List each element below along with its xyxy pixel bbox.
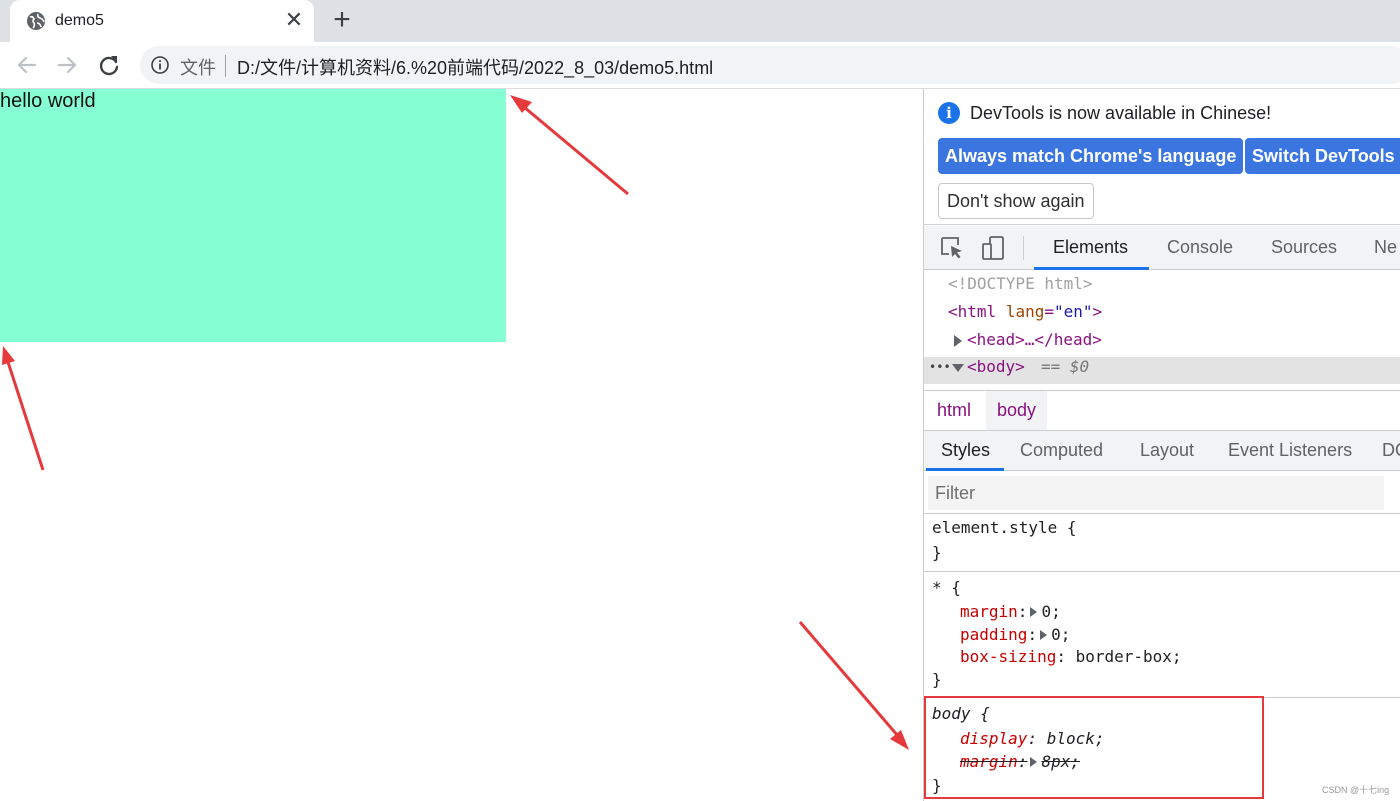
devtools-panel: i DevTools is now available in Chinese! … [923, 89, 1400, 801]
body-selector[interactable]: body { [932, 704, 990, 723]
expand-shorthand-icon[interactable] [1030, 757, 1038, 767]
watermark: CSDN @十七ing [1322, 785, 1390, 795]
page-viewport: hello world [0, 89, 923, 801]
new-tab-button[interactable]: + [327, 5, 357, 36]
rule-element-style: element.style { } [924, 515, 1400, 572]
html-attr-name: lang [1005, 302, 1045, 321]
forward-arrow-icon[interactable] [52, 50, 82, 80]
html-open-tag: <html [948, 302, 997, 321]
globe-icon [27, 12, 45, 30]
val-margin-overridden[interactable]: 8px; [1041, 752, 1080, 771]
html-attr-value: "en" [1053, 302, 1093, 321]
browser-tab[interactable]: demo5 ✕ [10, 0, 314, 42]
address-divider [225, 55, 226, 77]
dom-line-body[interactable]: ••• <body> == $0 [924, 357, 1400, 384]
prop-display[interactable]: display [960, 729, 1027, 748]
decl-padding[interactable]: padding: 0; [960, 625, 1070, 644]
green-content-box: hello world [0, 89, 506, 342]
decl-box-sizing[interactable]: box-sizing: border-box; [960, 647, 1182, 666]
styles-tabbar: Styles Computed Layout Event Listeners D… [924, 431, 1400, 471]
val-padding[interactable]: 0; [1051, 625, 1070, 644]
always-match-language-button[interactable]: Always match Chrome's language [938, 138, 1244, 174]
breadcrumb-body[interactable]: body [986, 391, 1048, 430]
browser-toolbar: 文件 D:/文件/计算机资料/6.%20前端代码/2022_8_03/demo5… [0, 42, 1400, 89]
info-icon: i [938, 102, 960, 124]
rule-universal: * { margin: 0; padding: 0; box-sizing: bor… [924, 573, 1400, 698]
active-tab-indicator [1034, 267, 1149, 270]
dom-tree: <!DOCTYPE html> <html lang="en"> <head>…… [924, 271, 1400, 389]
tab-event-listeners[interactable]: Event Listeners [1228, 440, 1352, 461]
tab-strip: demo5 ✕ + [0, 0, 1400, 42]
selected-node-marker: == $0 [1041, 357, 1090, 376]
breadcrumb-html[interactable]: html [926, 391, 982, 430]
prop-box-sizing[interactable]: box-sizing [960, 647, 1056, 666]
tab-title: demo5 [55, 12, 104, 29]
val-display[interactable]: block; [1047, 729, 1105, 748]
hello-world-text: hello world [0, 90, 96, 112]
url-text[interactable]: D:/文件/计算机资料/6.%20前端代码/2022_8_03/demo5.ht… [237, 54, 713, 80]
body-node: <body> [967, 357, 1025, 376]
html-close: > [1092, 302, 1103, 321]
doctype-node: <!DOCTYPE html> [948, 274, 1093, 293]
collapse-triangle-icon[interactable] [952, 363, 964, 373]
address-bar[interactable]: 文件 D:/文件/计算机资料/6.%20前端代码/2022_8_03/demo5… [140, 46, 1400, 84]
filter-row [924, 472, 1400, 514]
tab-console[interactable]: Console [1167, 237, 1233, 258]
tab-network[interactable]: Ne [1374, 237, 1397, 258]
language-infobar: i DevTools is now available in Chinese! … [924, 89, 1400, 225]
element-style-close: } [932, 543, 942, 562]
element-style-selector[interactable]: element.style { [932, 518, 1077, 537]
tab-dom-breakpoints[interactable]: DO [1382, 440, 1400, 461]
decl-margin[interactable]: margin: 0; [960, 602, 1061, 621]
dom-line-html[interactable]: <html lang="en"> [924, 302, 1400, 329]
close-tab-icon[interactable]: ✕ [282, 8, 306, 32]
site-info-icon[interactable] [150, 55, 170, 75]
breadcrumb: html body [924, 390, 1400, 431]
tab-layout[interactable]: Layout [1140, 440, 1194, 461]
expand-triangle-icon[interactable] [953, 335, 963, 347]
reload-icon[interactable] [94, 50, 124, 80]
head-node: <head>…</head> [967, 330, 1102, 349]
universal-selector[interactable]: * { [932, 578, 961, 597]
tab-elements[interactable]: Elements [1053, 237, 1128, 258]
html-attr-eq: = [1044, 302, 1054, 321]
prop-padding[interactable]: padding [960, 625, 1027, 644]
dom-line-head[interactable]: <head>…</head> [924, 330, 1400, 357]
prop-margin[interactable]: margin [960, 602, 1018, 621]
infobar-message: DevTools is now available in Chinese! [970, 103, 1272, 123]
tab-sources[interactable]: Sources [1271, 237, 1337, 258]
html-node: <html lang="en"> [948, 302, 1102, 321]
tab-computed[interactable]: Computed [1020, 440, 1103, 461]
expand-shorthand-icon[interactable] [1030, 607, 1038, 617]
devtools-tabbar: Elements Console Sources Ne [924, 226, 1400, 270]
decl-display[interactable]: display: block; [960, 729, 1105, 748]
styles-filter-input[interactable] [928, 476, 1384, 510]
val-box-sizing[interactable]: border-box; [1076, 647, 1182, 666]
active-styles-tab-indicator [926, 468, 1004, 471]
dom-line-doctype[interactable]: <!DOCTYPE html> [924, 274, 1400, 301]
tab-styles[interactable]: Styles [941, 440, 990, 461]
val-margin[interactable]: 0; [1041, 602, 1060, 621]
prop-margin-overridden[interactable]: margin [960, 752, 1018, 771]
tabbar-divider [1023, 236, 1024, 260]
switch-devtools-language-button[interactable]: Switch DevTools t [1245, 138, 1400, 174]
scheme-label: 文件 [180, 58, 216, 78]
inspect-element-icon[interactable] [939, 235, 965, 261]
body-rule-close: } [932, 776, 942, 795]
dont-show-again-button[interactable]: Don't show again [938, 183, 1094, 219]
more-actions-dots[interactable]: ••• [929, 360, 951, 374]
universal-close: } [932, 670, 942, 689]
back-arrow-icon[interactable] [12, 50, 42, 80]
expand-shorthand-icon[interactable] [1040, 630, 1048, 640]
decl-margin-overridden[interactable]: margin: 8px; [960, 752, 1080, 771]
device-toolbar-icon[interactable] [981, 235, 1007, 261]
